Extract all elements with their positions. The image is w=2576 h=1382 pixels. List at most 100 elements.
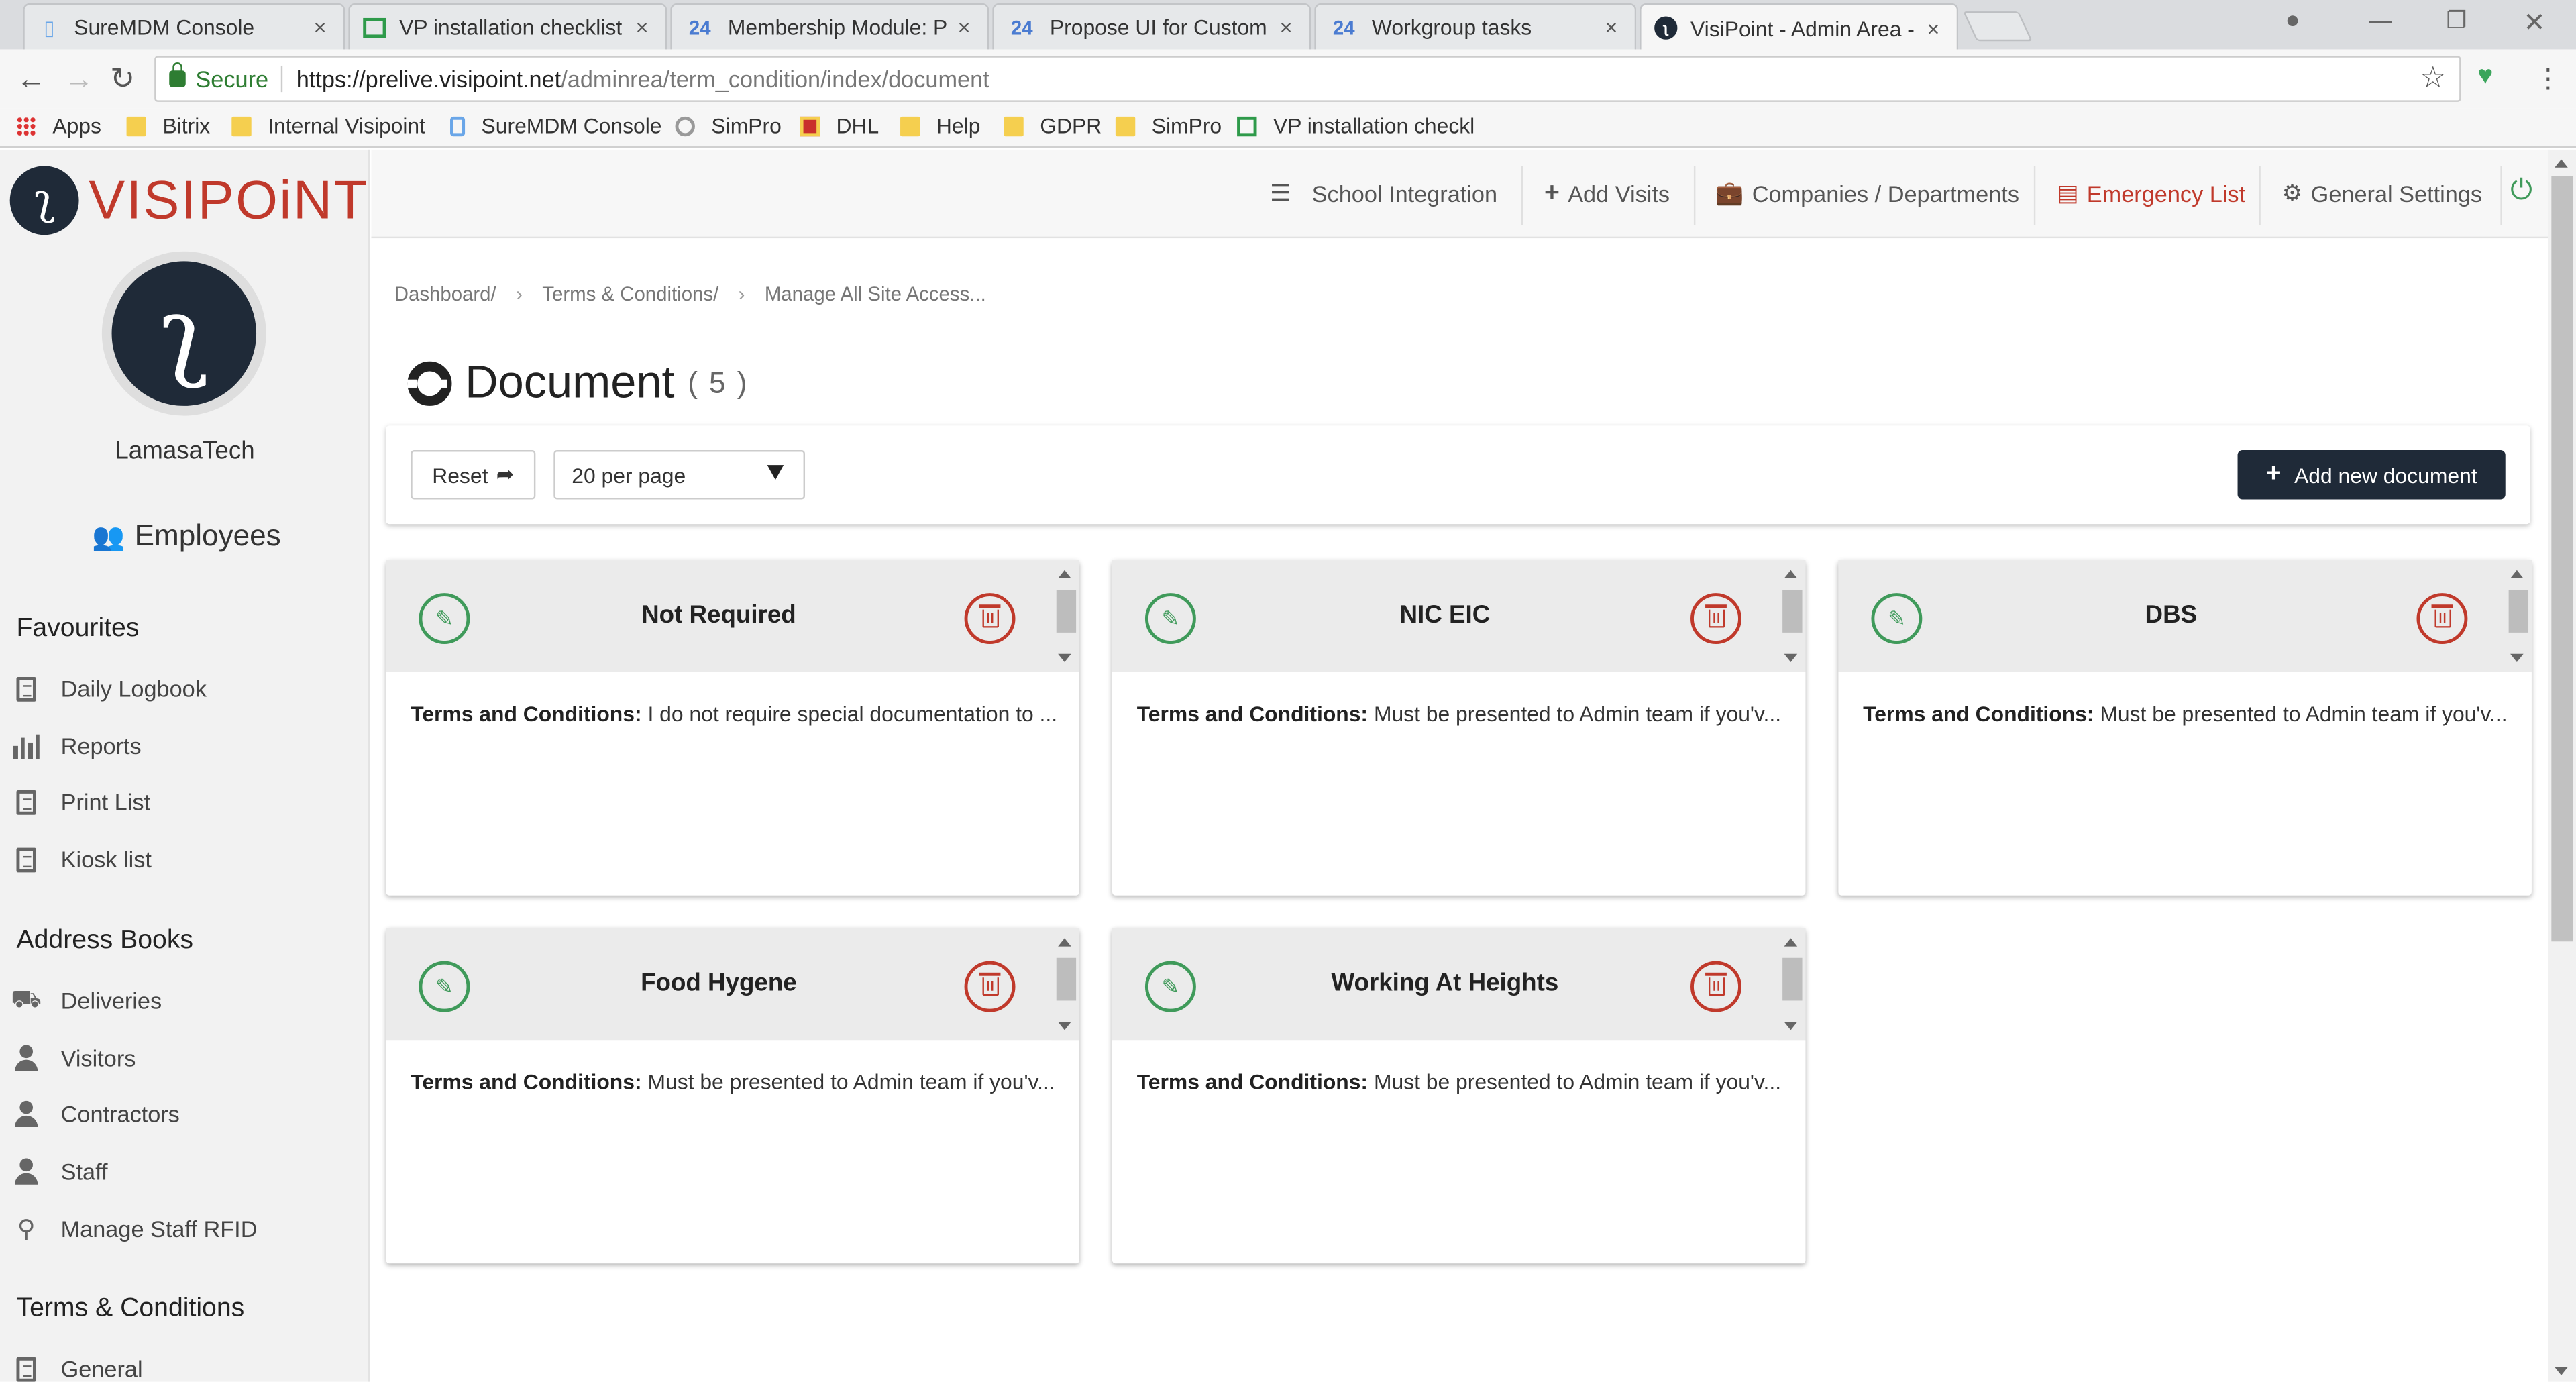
bookmark-help[interactable]: Help bbox=[900, 113, 980, 138]
close-icon[interactable]: × bbox=[958, 15, 974, 40]
close-icon[interactable]: × bbox=[1927, 15, 1943, 40]
close-icon[interactable]: × bbox=[1280, 15, 1296, 40]
close-icon[interactable]: × bbox=[314, 15, 330, 40]
sidebar-item-kiosk-list[interactable]: Kiosk list bbox=[13, 846, 152, 872]
breadcrumb-terms[interactable]: Terms & Conditions/ bbox=[542, 282, 718, 305]
card-header: ✎ NIC EIC bbox=[1112, 560, 1806, 672]
menu-general-settings[interactable]: ⚙ General Settings bbox=[2282, 179, 2482, 207]
employees-link[interactable]: 👥 Employees bbox=[92, 519, 281, 553]
card-title: Not Required bbox=[641, 601, 796, 629]
url-path: /adminrea/term_condition/index/document bbox=[561, 65, 989, 93]
per-page-select[interactable]: 20 per page bbox=[553, 450, 806, 500]
tab-suremdm[interactable]: ▯ SureMDM Console × bbox=[23, 3, 345, 50]
plus-icon: + bbox=[2265, 460, 2282, 488]
tab-propose-ui[interactable]: 24 Propose UI for Custom fi × bbox=[992, 3, 1311, 50]
sidebar-item-print-list[interactable]: Print List bbox=[13, 789, 150, 815]
menu-companies-departments[interactable]: 💼 Companies / Departments bbox=[1715, 179, 2019, 207]
close-icon[interactable]: × bbox=[1605, 15, 1621, 40]
bookmark-bitrix[interactable]: Bitrix bbox=[126, 113, 210, 138]
document-icon bbox=[13, 789, 40, 815]
back-arrow-icon[interactable]: ← bbox=[16, 62, 46, 97]
forward-arrow-icon[interactable]: → bbox=[64, 62, 94, 97]
avatar[interactable]: ʅ bbox=[101, 251, 266, 416]
sidebar-item-staff[interactable]: Staff bbox=[13, 1158, 108, 1185]
add-new-document-button[interactable]: + Add new document bbox=[2237, 450, 2506, 500]
sidebar-item-visitors[interactable]: Visitors bbox=[13, 1045, 136, 1071]
scroll-up-icon[interactable] bbox=[2555, 159, 2568, 168]
trash-icon bbox=[978, 972, 1000, 996]
tab-membership-module[interactable]: 24 Membership Module: PR × bbox=[670, 3, 989, 50]
tab-vp-checklist[interactable]: VP installation checklist - × bbox=[348, 3, 667, 50]
extension-icon[interactable]: ♥ bbox=[2477, 62, 2493, 92]
document-count: ( 5 ) bbox=[688, 365, 749, 398]
address-bar[interactable]: Secure https://prelive.visipoint.net/adm… bbox=[154, 56, 2461, 102]
tab-workgroup-tasks[interactable]: 24 Workgroup tasks × bbox=[1314, 3, 1637, 50]
card-scrollbar[interactable] bbox=[1777, 560, 1806, 672]
minimize-icon[interactable]: — bbox=[2369, 7, 2392, 33]
sidebar-item-manage-staff-rfid[interactable]: ⚲ Manage Staff RFID bbox=[13, 1216, 258, 1244]
profile-icon[interactable]: ● bbox=[2286, 7, 2300, 35]
bookmark-simpro-2[interactable]: SimPro bbox=[1115, 113, 1222, 138]
filter-bar: Reset ➦ 20 per page + Add new document bbox=[386, 425, 2530, 525]
trash-icon bbox=[1704, 972, 1726, 996]
delete-button[interactable] bbox=[964, 961, 1016, 1012]
sidebar-item-deliveries[interactable]: ⛟ Deliveries bbox=[11, 985, 162, 1014]
user-icon bbox=[13, 1158, 40, 1185]
browser-tab-strip: ▯ SureMDM Console × VP installation chec… bbox=[0, 0, 2576, 51]
sidebar-item-reports[interactable]: Reports bbox=[13, 733, 142, 759]
user-name: LamasaTech bbox=[115, 437, 255, 466]
card-scrollbar[interactable] bbox=[1777, 928, 1806, 1041]
new-tab-button[interactable] bbox=[1963, 11, 2033, 42]
bookmark-internal-visipoint[interactable]: Internal Visipoint bbox=[231, 113, 425, 138]
truck-icon: ⛟ bbox=[11, 985, 42, 1013]
trash-icon bbox=[2430, 604, 2453, 628]
visipoint-logo[interactable]: ʅ VISIPOiNT bbox=[9, 166, 369, 235]
page-title-text: Document bbox=[465, 356, 675, 408]
top-menu: ☰ School Integration + Add Visits 💼 Comp… bbox=[371, 149, 2548, 239]
bookmark-simpro[interactable]: SimPro bbox=[675, 113, 782, 138]
scroll-thumb[interactable] bbox=[2551, 176, 2573, 942]
card-scrollbar[interactable] bbox=[1051, 928, 1079, 1041]
power-icon[interactable]: ⏻ bbox=[2510, 174, 2532, 207]
close-icon[interactable]: × bbox=[636, 15, 652, 40]
delete-button[interactable] bbox=[1690, 961, 1741, 1012]
globe-icon bbox=[675, 115, 695, 136]
bookmark-dhl[interactable]: DHL bbox=[800, 113, 879, 138]
reset-button[interactable]: Reset ➦ bbox=[411, 450, 536, 500]
document-card: ✎ Not Required Terms and Conditions: I d… bbox=[386, 560, 1079, 896]
sidebar-item-general[interactable]: General bbox=[13, 1355, 143, 1382]
bookmarks-bar: Apps Bitrix Internal Visipoint SureMDM C… bbox=[0, 108, 2576, 148]
bookmark-suremdm[interactable]: SureMDM Console bbox=[450, 113, 662, 138]
card-scrollbar[interactable] bbox=[1051, 560, 1079, 672]
breadcrumb-dashboard[interactable]: Dashboard/ bbox=[394, 282, 496, 305]
tab-visipoint-admin[interactable]: ʅ VisiPoint - Admin Area - × bbox=[1640, 3, 1959, 51]
folder-icon bbox=[1004, 115, 1024, 136]
browser-menu-icon[interactable]: ⋮ bbox=[2535, 62, 2561, 95]
sidebar-item-daily-logbook[interactable]: Daily Logbook bbox=[13, 676, 207, 702]
window-close-icon[interactable]: ✕ bbox=[2524, 7, 2546, 40]
menu-school-integration[interactable]: ☰ School Integration bbox=[1270, 179, 1497, 207]
restore-icon[interactable]: ❐ bbox=[2447, 7, 2467, 35]
folder-icon bbox=[1115, 115, 1136, 136]
card-scrollbar[interactable] bbox=[2504, 560, 2532, 672]
delete-button[interactable] bbox=[1690, 593, 1741, 645]
sidebar-item-contractors[interactable]: Contractors bbox=[13, 1100, 180, 1128]
bookmark-star-icon[interactable]: ☆ bbox=[2420, 61, 2447, 95]
rfid-icon: ⚲ bbox=[17, 1216, 36, 1244]
bookmark-vp-installation[interactable]: VP installation checkl bbox=[1237, 113, 1474, 138]
menu-add-visits[interactable]: + Add Visits bbox=[1544, 179, 1670, 209]
page-scrollbar[interactable] bbox=[2548, 149, 2576, 1382]
bitrix24-icon: 24 bbox=[1010, 15, 1033, 39]
trash-icon bbox=[978, 604, 1000, 628]
delete-button[interactable] bbox=[964, 593, 1016, 645]
scroll-down-icon[interactable] bbox=[2555, 1367, 2568, 1375]
lock-icon bbox=[169, 62, 186, 87]
delete-button[interactable] bbox=[2416, 593, 2468, 645]
reload-icon[interactable]: ↻ bbox=[110, 62, 135, 97]
dhl-icon bbox=[800, 115, 820, 136]
bookmark-apps[interactable]: Apps bbox=[16, 113, 101, 138]
plus-icon: + bbox=[1544, 178, 1560, 207]
secure-label: Secure bbox=[195, 65, 269, 93]
menu-emergency-list[interactable]: ▤ Emergency List bbox=[2057, 179, 2245, 207]
bookmark-gdpr[interactable]: GDPR bbox=[1004, 113, 1102, 138]
